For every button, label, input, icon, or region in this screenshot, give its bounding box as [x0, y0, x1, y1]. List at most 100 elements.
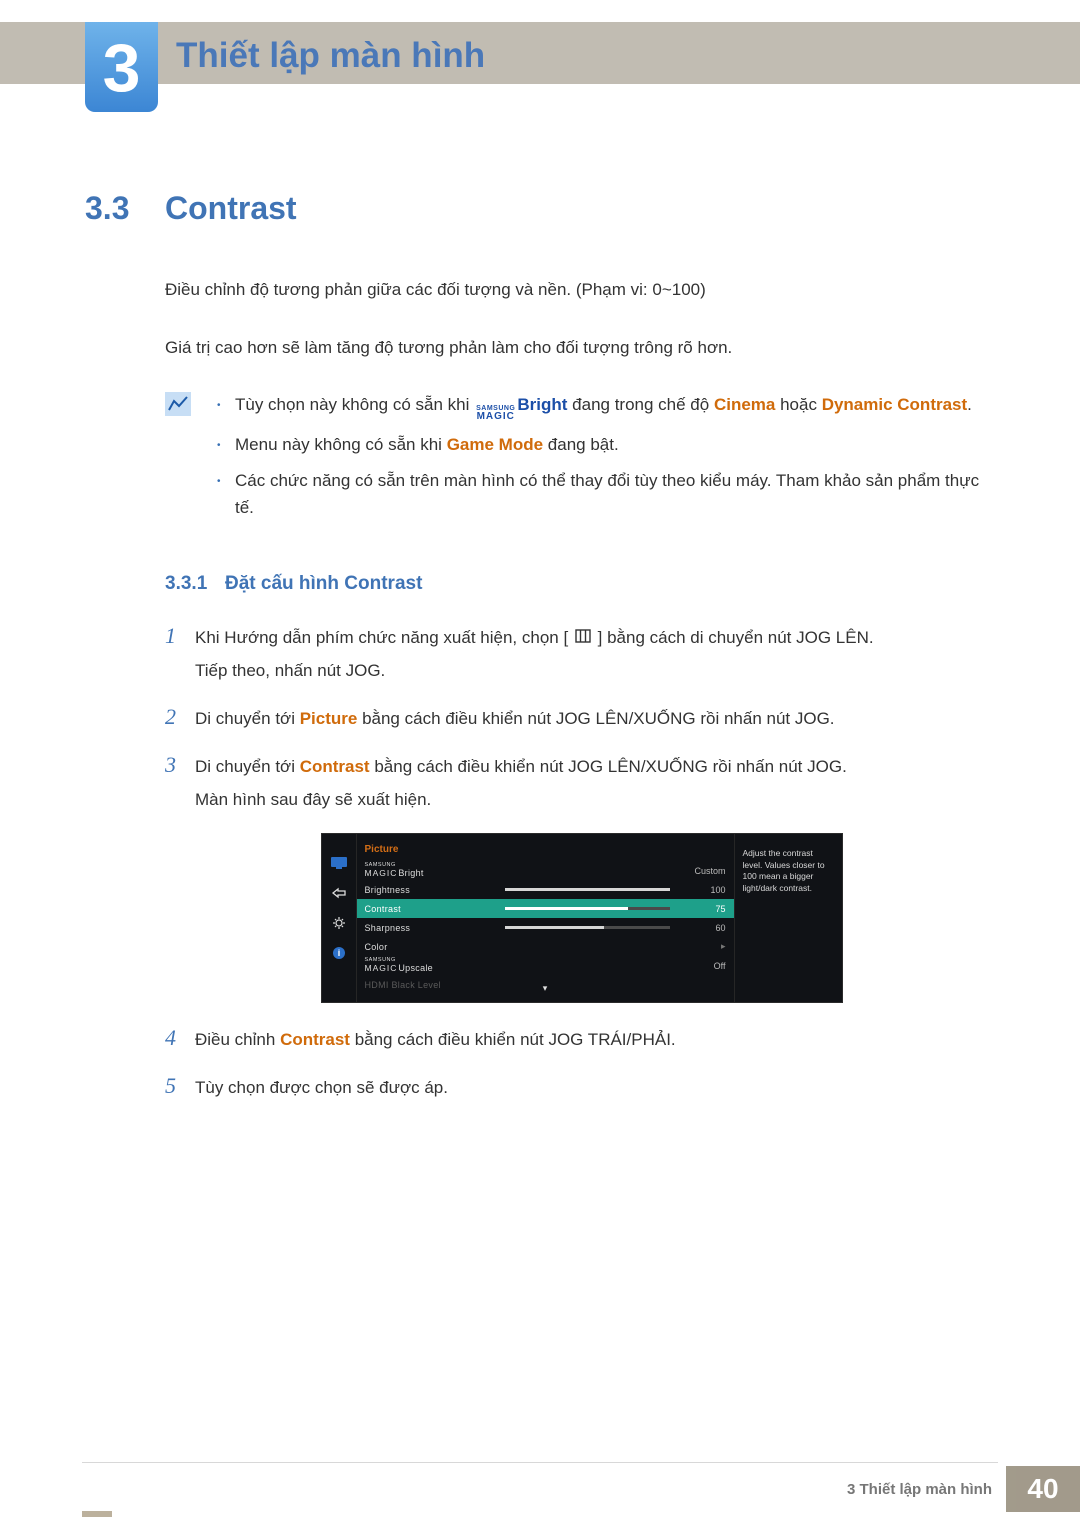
subsection-title: Đặt cấu hình Contrast [225, 573, 422, 595]
osd-row-value: 100 [680, 885, 726, 895]
osd-row-label: Brightness [365, 885, 505, 895]
page-footer: 3 Thiết lập màn hình 40 [847, 1466, 1080, 1512]
step-number: 4 [165, 1025, 195, 1051]
footer-page-number: 40 [1006, 1466, 1080, 1512]
note-item-1: Tùy chọn này không có sẵn khi SAMSUNG MA… [217, 392, 998, 422]
osd-row-label: SAMSUNGMAGICBright [365, 863, 505, 878]
step-5-text: Tùy chọn được chọn sẽ được áp. [195, 1075, 998, 1101]
osd-row-label: SAMSUNGMAGICUpscale [365, 958, 505, 973]
note1-mid: đang trong chế độ [572, 395, 714, 414]
osd-menu: i Picture SAMSUNGMAGICBright Custom Bright… [321, 833, 843, 1003]
osd-screenshot-wrap: i Picture SAMSUNGMAGICBright Custom Bright… [165, 833, 998, 1003]
note1-end: . [967, 395, 972, 414]
step-1-text: Khi Hướng dẫn phím chức năng xuất hiện, … [195, 625, 998, 684]
note1-pre: Tùy chọn này không có sẵn khi [235, 395, 474, 414]
step-number: 5 [165, 1073, 195, 1099]
samsung-magic-label: SAMSUNG MAGIC [476, 405, 515, 422]
steps-list-continued: 4 Điều chỉnh Contrast bằng cách điều khi… [165, 1025, 998, 1102]
chapter-number-tab: 3 [85, 22, 158, 112]
osd-row: Brightness 100 [357, 880, 734, 899]
osd-row: Sharpness 60 [357, 918, 734, 937]
osd-row: SAMSUNGMAGICUpscale Off [357, 956, 734, 975]
osd-title: Picture [357, 840, 734, 861]
step3-c: Màn hình sau đây sẽ xuất hiện. [195, 787, 998, 813]
step2-word: Picture [300, 709, 358, 728]
step4-a: Điều chỉnh [195, 1030, 280, 1049]
step-2: 2 Di chuyển tới Picture bằng cách điều k… [165, 704, 998, 732]
note-item-3: Các chức năng có sẵn trên màn hình có th… [217, 468, 998, 521]
note1-dynamic-contrast: Dynamic Contrast [822, 395, 967, 414]
subsection-heading: 3.3.1 Đặt cấu hình Contrast [165, 573, 998, 595]
note2-end: đang bật. [548, 435, 619, 454]
settings-icon [330, 916, 348, 930]
intro-paragraph-2: Giá trị cao hơn sẽ làm tăng độ tương phả… [165, 335, 998, 361]
step4-word: Contrast [280, 1030, 350, 1049]
step3-a: Di chuyển tới [195, 757, 300, 776]
step-4: 4 Điều chỉnh Contrast bằng cách điều khi… [165, 1025, 998, 1053]
step-3-text: Di chuyển tới Contrast bằng cách điều kh… [195, 754, 998, 813]
osd-slider-bar [505, 907, 670, 910]
page-content: 3.3 Contrast Điều chỉnh độ tương phản gi… [85, 190, 998, 1122]
info-icon: i [330, 946, 348, 960]
note1-or: hoặc [780, 395, 822, 414]
step1-a: Khi Hướng dẫn phím chức năng xuất hiện, … [195, 628, 568, 647]
note-list: Tùy chọn này không có sẵn khi SAMSUNG MA… [217, 392, 998, 531]
step-number: 3 [165, 752, 195, 778]
step1-b: ] bằng cách di chuyển nút JOG LÊN. [598, 628, 874, 647]
menu-icon [575, 625, 591, 651]
chapter-title: Thiết lập màn hình [176, 36, 485, 76]
header-band [0, 22, 1080, 84]
osd-scroll-arrow: ▾ [543, 983, 548, 994]
step4-b: bằng cách điều khiển nút JOG TRÁI/PHẢI. [350, 1030, 676, 1049]
step-3: 3 Di chuyển tới Contrast bằng cách điều … [165, 752, 998, 813]
osd-icon-column: i [322, 834, 357, 1002]
step-5: 5 Tùy chọn được chọn sẽ được áp. [165, 1073, 998, 1101]
section-number: 3.3 [85, 190, 165, 227]
osd-side-help: Adjust the contrast level. Values closer… [734, 834, 842, 1002]
footer-chapter-label: 3 Thiết lập màn hình [847, 1481, 992, 1498]
picture-icon [330, 856, 348, 870]
osd-row-label: Contrast [365, 904, 505, 914]
step2-b: bằng cách điều khiển nút JOG LÊN/XUỐNG r… [357, 709, 834, 728]
osd-main-panel: Picture SAMSUNGMAGICBright Custom Brightne… [357, 834, 734, 1002]
step-number: 2 [165, 704, 195, 730]
footer-rule [82, 1462, 998, 1463]
osd-row: Contrast 75 [357, 899, 734, 918]
step1-c: Tiếp theo, nhấn nút JOG. [195, 658, 998, 684]
section-heading: 3.3 Contrast [85, 190, 998, 227]
osd-row-label: Sharpness [365, 923, 505, 933]
osd-row: Color▸ [357, 937, 734, 956]
section-title: Contrast [165, 190, 297, 227]
subsection-number: 3.3.1 [165, 573, 225, 595]
step-number: 1 [165, 623, 195, 649]
intro-paragraph-1: Điều chỉnh độ tương phản giữa các đối tư… [165, 277, 998, 303]
osd-row-value: Custom [680, 866, 726, 876]
note-item-2: Menu này không có sẵn khi Game Mode đang… [217, 432, 998, 458]
osd-slider-bar [505, 926, 670, 929]
note2-game-mode: Game Mode [447, 435, 543, 454]
step-1: 1 Khi Hướng dẫn phím chức năng xuất hiện… [165, 623, 998, 684]
steps-list: 1 Khi Hướng dẫn phím chức năng xuất hiện… [165, 623, 998, 813]
osd-row-value: 75 [680, 904, 726, 914]
source-icon [330, 886, 348, 900]
osd-slider-bar [505, 888, 670, 891]
note-block: Tùy chọn này không có sẵn khi SAMSUNG MA… [165, 392, 998, 531]
osd-row-label: HDMI Black Level [365, 980, 505, 990]
osd-row: SAMSUNGMAGICBright Custom [357, 861, 734, 880]
step-4-text: Điều chỉnh Contrast bằng cách điều khiển… [195, 1027, 998, 1053]
footer-left-accent [82, 1511, 112, 1517]
osd-row-value: 60 [680, 923, 726, 933]
osd-row-arrow: ▸ [505, 941, 726, 952]
note1-bright: Bright [517, 395, 567, 414]
svg-text:i: i [337, 948, 340, 958]
step-2-text: Di chuyển tới Picture bằng cách điều khi… [195, 706, 998, 732]
note-icon [165, 392, 199, 531]
step3-b: bằng cách điều khiển nút JOG LÊN/XUỐNG r… [370, 757, 847, 776]
note2-pre: Menu này không có sẵn khi [235, 435, 447, 454]
magic-main: MAGIC [477, 412, 515, 422]
step3-word: Contrast [300, 757, 370, 776]
osd-row-label: Color [365, 942, 505, 952]
osd-row-value: Off [680, 961, 726, 971]
step2-a: Di chuyển tới [195, 709, 300, 728]
note1-cinema: Cinema [714, 395, 775, 414]
